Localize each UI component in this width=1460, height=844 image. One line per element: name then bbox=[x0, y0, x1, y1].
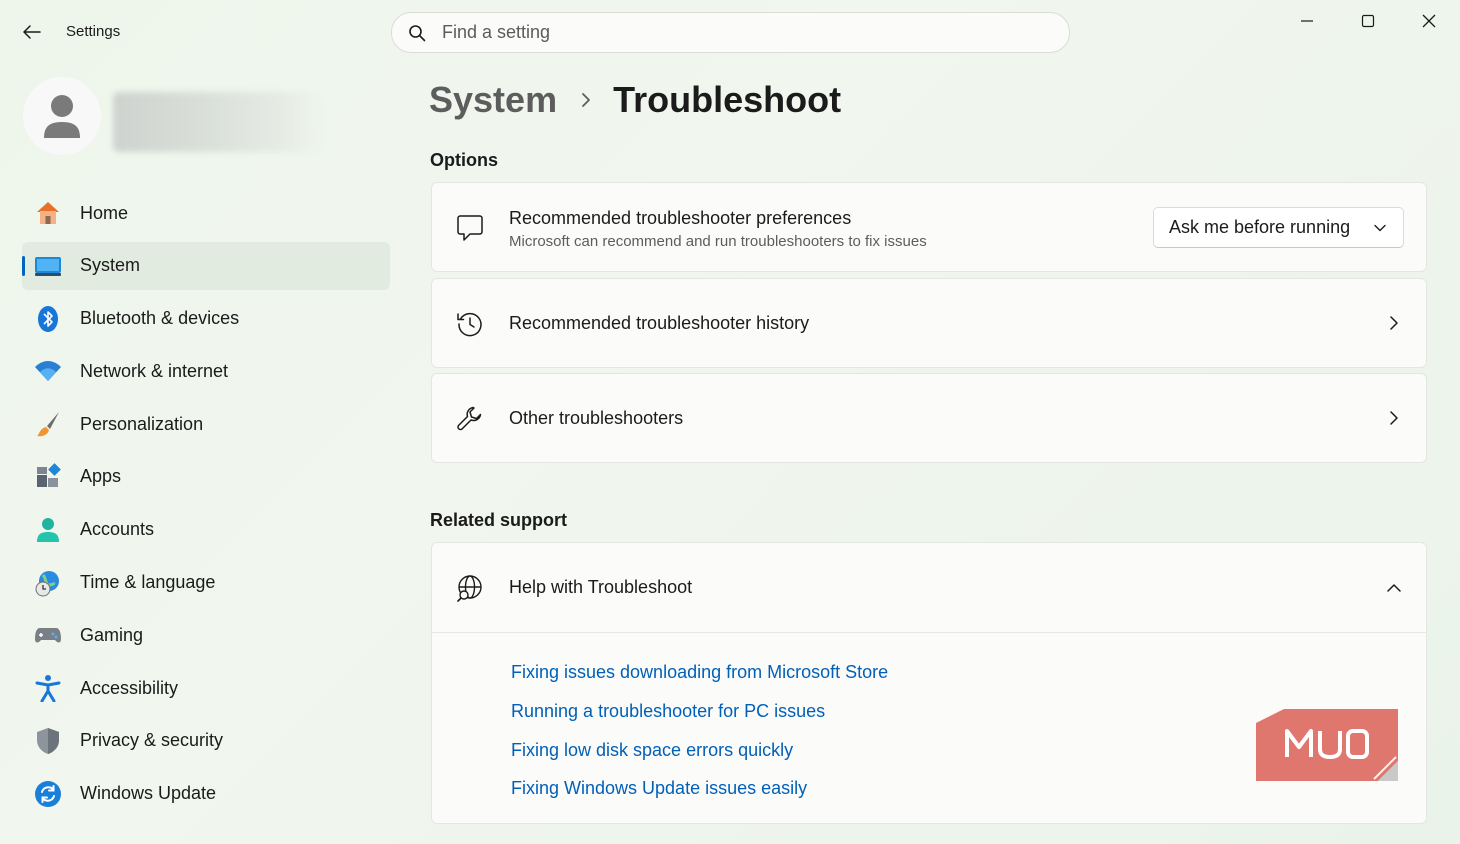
sidebar-item-time-language[interactable]: Time & language bbox=[22, 559, 390, 607]
preferences-title: Recommended troubleshooter preferences bbox=[509, 208, 852, 228]
other-troubleshooters-card[interactable]: Other troubleshooters bbox=[431, 373, 1427, 463]
sidebar-item-bluetooth[interactable]: Bluetooth & devices bbox=[22, 295, 390, 343]
sidebar-item-accessibility[interactable]: Accessibility bbox=[22, 664, 390, 712]
sidebar-item-apps[interactable]: Apps bbox=[22, 453, 390, 501]
search-box[interactable] bbox=[391, 12, 1070, 53]
sidebar-item-home[interactable]: Home bbox=[22, 189, 390, 237]
sidebar-item-personalization[interactable]: Personalization bbox=[22, 400, 390, 448]
person-icon bbox=[44, 95, 80, 138]
maximize-icon bbox=[1361, 14, 1375, 28]
section-title-options: Options bbox=[430, 150, 498, 170]
globe-search-icon bbox=[456, 574, 484, 602]
other-troubleshooters-title: Other troubleshooters bbox=[509, 408, 684, 428]
arrow-left-icon bbox=[23, 25, 41, 39]
wrench-icon bbox=[456, 405, 484, 433]
home-icon bbox=[33, 198, 63, 228]
sidebar-item-accounts[interactable]: Accounts bbox=[22, 506, 390, 554]
help-link-microsoft-store[interactable]: Fixing issues downloading from Microsoft… bbox=[511, 660, 888, 699]
chat-bubble-icon bbox=[456, 214, 484, 242]
dropdown-selected-value: Ask me before running bbox=[1169, 217, 1351, 237]
minimize-icon bbox=[1301, 20, 1313, 22]
chevron-right-icon bbox=[1386, 410, 1402, 426]
update-icon bbox=[33, 779, 63, 809]
title-bar: Settings bbox=[0, 0, 1460, 64]
help-with-troubleshoot-card: Help with Troubleshoot Fixing issues dow… bbox=[431, 542, 1427, 824]
history-icon bbox=[456, 310, 484, 338]
sidebar-item-windows-update[interactable]: Windows Update bbox=[22, 770, 390, 818]
wifi-icon bbox=[33, 356, 63, 386]
chevron-down-icon bbox=[1374, 224, 1386, 232]
maximize-button[interactable] bbox=[1344, 4, 1392, 38]
chevron-up-icon bbox=[1386, 580, 1402, 596]
accessibility-icon bbox=[33, 673, 63, 703]
help-link-low-disk-space[interactable]: Fixing low disk space errors quickly bbox=[511, 738, 888, 777]
shield-icon bbox=[33, 726, 63, 756]
gamepad-icon bbox=[33, 620, 63, 650]
minimize-button[interactable] bbox=[1283, 4, 1331, 38]
search-icon bbox=[409, 24, 426, 41]
search-input[interactable] bbox=[442, 22, 1002, 43]
help-expander-header[interactable]: Help with Troubleshoot bbox=[432, 543, 1426, 633]
account-icon bbox=[33, 515, 63, 545]
monitor-icon bbox=[33, 251, 63, 281]
breadcrumb-parent[interactable]: System bbox=[429, 79, 557, 121]
muo-watermark-logo bbox=[1256, 709, 1398, 781]
chevron-right-icon bbox=[1386, 315, 1402, 331]
apps-icon bbox=[33, 462, 63, 492]
help-link-pc-issues[interactable]: Running a troubleshooter for PC issues bbox=[511, 699, 888, 738]
section-title-related-support: Related support bbox=[430, 510, 568, 530]
preferences-subtitle: Microsoft can recommend and run troubles… bbox=[509, 233, 927, 250]
chevron-right-icon bbox=[581, 92, 591, 108]
help-link-windows-update[interactable]: Fixing Windows Update issues easily bbox=[511, 776, 888, 815]
breadcrumb: System Troubleshoot bbox=[429, 76, 841, 124]
page-title: Troubleshoot bbox=[613, 79, 842, 120]
back-button[interactable] bbox=[16, 18, 48, 46]
help-links-list: Fixing issues downloading from Microsoft… bbox=[511, 660, 888, 815]
paintbrush-icon bbox=[33, 409, 63, 439]
app-title: Settings bbox=[66, 23, 121, 40]
sidebar-item-privacy-security[interactable]: Privacy & security bbox=[22, 717, 390, 765]
sidebar-item-gaming[interactable]: Gaming bbox=[22, 611, 390, 659]
bluetooth-icon bbox=[33, 304, 63, 334]
sidebar-item-network[interactable]: Network & internet bbox=[22, 347, 390, 395]
troubleshooter-history-card[interactable]: Recommended troubleshooter history bbox=[431, 278, 1427, 368]
sidebar-item-system[interactable]: System bbox=[22, 241, 390, 290]
close-icon bbox=[1422, 14, 1436, 28]
globe-clock-icon bbox=[33, 568, 63, 598]
troubleshooter-preference-dropdown[interactable]: Ask me before running bbox=[1153, 207, 1404, 248]
close-button[interactable] bbox=[1405, 4, 1453, 38]
troubleshooter-preferences-card: Recommended troubleshooter preferences M… bbox=[431, 182, 1427, 272]
help-title: Help with Troubleshoot bbox=[509, 577, 693, 597]
profile-name-blurred bbox=[113, 92, 323, 152]
history-title: Recommended troubleshooter history bbox=[509, 313, 810, 333]
avatar[interactable] bbox=[23, 77, 101, 155]
sidebar-nav: Home System Bluetooth & devices Network … bbox=[22, 189, 390, 823]
